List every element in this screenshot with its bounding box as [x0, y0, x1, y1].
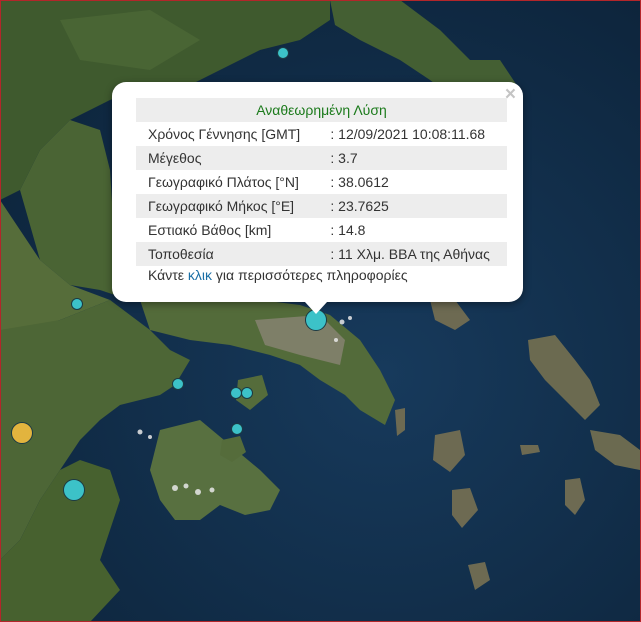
- latitude-label: Γεωγραφικό Πλάτος [°N]: [148, 174, 299, 190]
- solution-title: Αναθεωρημένη Λύση: [136, 98, 507, 122]
- earthquake-marker[interactable]: [71, 298, 83, 310]
- location-label: Τοποθεσία: [136, 242, 317, 266]
- origin-time-label: Χρόνος Γέννησης [GMT]: [148, 126, 301, 142]
- table-row: Μέγεθος : 3.7: [136, 146, 507, 170]
- map-view[interactable]: × Αναθεωρημένη Λύση Χρόνος Γέννησης [GMT…: [0, 0, 641, 622]
- magnitude-label: Μέγεθος: [136, 146, 317, 170]
- longitude-label: Γεωγραφικό Μήκος [°E]: [136, 194, 317, 218]
- table-row: Εστιακό Βάθος [km] : 14.8: [136, 218, 507, 242]
- more-info-text: Κάντε κλικ για περισσότερες πληροφορίες: [148, 267, 408, 283]
- earthquake-marker[interactable]: [63, 479, 85, 501]
- table-row: Αναθεωρημένη Λύση: [136, 98, 507, 122]
- earthquake-marker-older[interactable]: [11, 422, 33, 444]
- earthquake-marker[interactable]: [241, 387, 253, 399]
- more-info-suffix: για περισσότερες πληροφορίες: [212, 267, 408, 283]
- latitude-value: : 38.0612: [330, 174, 389, 190]
- more-info-link[interactable]: κλικ: [188, 267, 212, 283]
- table-row: Γεωγραφικό Μήκος [°E] : 23.7625: [136, 194, 507, 218]
- more-info-prefix: Κάντε: [148, 267, 188, 283]
- earthquake-info-table: Αναθεωρημένη Λύση Χρόνος Γέννησης [GMT] …: [136, 98, 507, 266]
- earthquake-info-popup: × Αναθεωρημένη Λύση Χρόνος Γέννησης [GMT…: [112, 82, 523, 302]
- magnitude-value: : 3.7: [316, 146, 507, 170]
- earthquake-marker[interactable]: [231, 423, 243, 435]
- longitude-value: : 23.7625: [316, 194, 507, 218]
- table-row: Γεωγραφικό Πλάτος [°N] : 38.0612: [136, 170, 507, 194]
- depth-label: Εστιακό Βάθος [km]: [148, 222, 272, 238]
- location-value: : 11 Χλμ. ΒΒΑ της Αθήνας: [316, 242, 507, 266]
- origin-time-value: : 12/09/2021 10:08:11.68: [330, 126, 486, 142]
- depth-value: : 14.8: [330, 222, 366, 238]
- popup-pointer: [305, 302, 327, 314]
- table-row: Τοποθεσία : 11 Χλμ. ΒΒΑ της Αθήνας: [136, 242, 507, 266]
- earthquake-marker[interactable]: [277, 47, 289, 59]
- table-row: Χρόνος Γέννησης [GMT] : 12/09/2021 10:08…: [136, 122, 507, 146]
- earthquake-marker[interactable]: [172, 378, 184, 390]
